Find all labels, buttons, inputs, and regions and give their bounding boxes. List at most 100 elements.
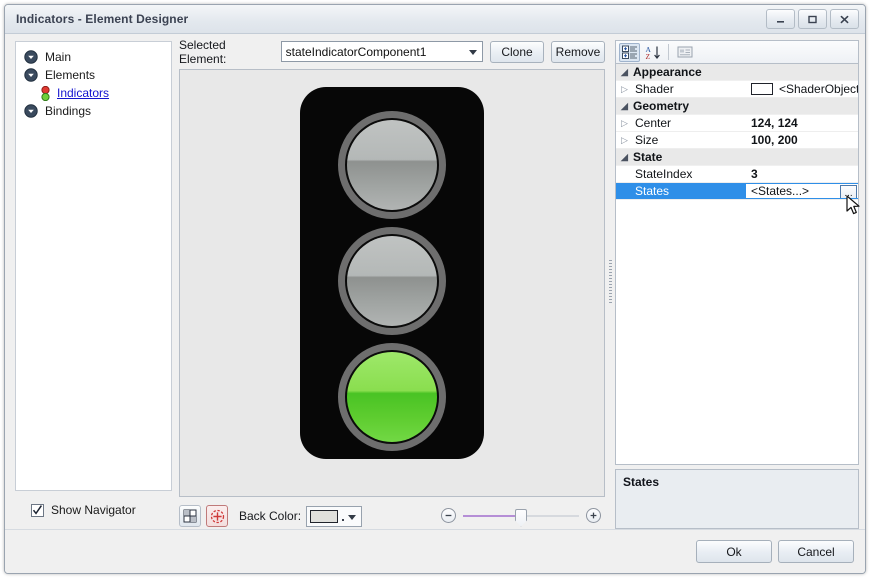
toolbar-divider xyxy=(668,44,669,60)
property-value-cell[interactable]: <States...> ... xyxy=(746,184,858,198)
center-point-button[interactable] xyxy=(206,505,228,527)
sidebar-item-label[interactable]: Indicators xyxy=(57,86,109,100)
property-pages-button[interactable] xyxy=(674,43,695,62)
category-label: State xyxy=(633,150,662,164)
cancel-button[interactable]: Cancel xyxy=(778,540,854,563)
selected-element-value: stateIndicatorComponent1 xyxy=(286,45,427,59)
bottom-lamp[interactable] xyxy=(338,343,446,451)
states-editor-button[interactable]: ... xyxy=(840,185,857,198)
property-value: <ShaderObject Type xyxy=(779,82,858,96)
expander-icon[interactable]: ◢ xyxy=(616,67,633,78)
property-value: 124, 124 xyxy=(751,116,798,130)
show-navigator-label: Show Navigator xyxy=(51,503,136,517)
sidebar-item-bindings[interactable]: Bindings xyxy=(16,102,171,120)
navigation-tree[interactable]: Main Elements xyxy=(15,41,172,491)
back-color-combobox[interactable] xyxy=(306,506,362,527)
expander-icon[interactable]: ▷ xyxy=(616,118,633,129)
zoom-slider-thumb[interactable] xyxy=(515,509,527,527)
zoom-out-button[interactable] xyxy=(441,508,456,523)
property-category-state[interactable]: ◢ State xyxy=(616,149,858,166)
property-name: Center xyxy=(633,116,746,130)
property-value-cell[interactable]: <ShaderObject Type xyxy=(746,82,858,96)
property-category-appearance[interactable]: ◢ Appearance xyxy=(616,64,858,81)
expander-icon[interactable]: ◢ xyxy=(616,101,633,112)
title-bar: Indicators - Element Designer xyxy=(5,5,865,34)
sidebar-item-label: Elements xyxy=(45,68,95,82)
bottom-lamp-inner xyxy=(347,352,437,442)
property-row-stateindex[interactable]: StateIndex 3 xyxy=(616,166,858,183)
center-pane: Selected Element: stateIndicatorComponen… xyxy=(175,34,605,529)
property-value: 100, 200 xyxy=(751,133,798,147)
minus-icon xyxy=(444,511,453,520)
property-row-states[interactable]: States <States...> ... xyxy=(616,183,858,200)
traffic-light-element[interactable] xyxy=(300,87,484,459)
alphabetical-sort-button[interactable]: A Z xyxy=(642,43,663,62)
canvas-toolbar: Back Color: xyxy=(179,497,605,529)
element-designer-window: Indicators - Element Designer xyxy=(4,4,866,574)
sidebar-item-label: Bindings xyxy=(45,104,91,118)
zoom-in-button[interactable] xyxy=(586,508,601,523)
clone-button[interactable]: Clone xyxy=(490,41,544,63)
property-row-shader[interactable]: ▷ Shader <ShaderObject Type xyxy=(616,81,858,98)
property-grid[interactable]: ◢ Appearance ▷ Shader <ShaderObject Type… xyxy=(615,63,859,465)
property-value-cell[interactable]: 100, 200 xyxy=(746,133,858,147)
show-navigator-row[interactable]: Show Navigator xyxy=(9,491,175,529)
back-color-swatch xyxy=(310,510,338,523)
shader-color-swatch xyxy=(751,83,773,95)
minimize-button[interactable] xyxy=(766,9,795,29)
property-row-center[interactable]: ▷ Center 124, 124 xyxy=(616,115,858,132)
top-lamp[interactable] xyxy=(338,111,446,219)
node-collapse-icon xyxy=(24,104,38,118)
property-value-cell[interactable]: 124, 124 xyxy=(746,116,858,130)
selected-element-label: Selected Element: xyxy=(179,38,275,66)
sidebar-item-elements[interactable]: Elements xyxy=(16,66,171,84)
selected-element-combobox[interactable]: stateIndicatorComponent1 xyxy=(281,41,483,62)
category-label: Geometry xyxy=(633,99,689,113)
splitter-grip-icon xyxy=(609,260,612,304)
expander-icon[interactable]: ◢ xyxy=(616,152,633,163)
separator-dot-icon xyxy=(342,519,344,521)
property-name: Size xyxy=(633,133,746,147)
sidebar-item-main[interactable]: Main xyxy=(16,48,171,66)
ok-button[interactable]: Ok xyxy=(696,540,772,563)
property-name: States xyxy=(633,184,746,198)
expander-icon[interactable]: ▷ xyxy=(616,84,633,95)
minimize-icon xyxy=(775,15,786,24)
top-lamp-inner xyxy=(347,120,437,210)
right-pane: A Z ◢ Appearance xyxy=(615,34,865,529)
sidebar-item-label: Main xyxy=(45,50,71,64)
design-canvas[interactable] xyxy=(179,69,605,497)
property-row-size[interactable]: ▷ Size 100, 200 xyxy=(616,132,858,149)
selected-element-row: Selected Element: stateIndicatorComponen… xyxy=(179,40,605,63)
property-category-geometry[interactable]: ◢ Geometry xyxy=(616,98,858,115)
plus-icon xyxy=(589,511,598,520)
dialog-footer: Ok Cancel xyxy=(5,529,865,573)
sidebar-item-indicators[interactable]: Indicators xyxy=(16,84,171,102)
center-point-icon xyxy=(210,509,225,524)
back-color-label: Back Color: xyxy=(239,509,301,523)
alphabetical-sort-icon: A Z xyxy=(645,45,661,60)
maximize-button[interactable] xyxy=(798,9,827,29)
category-label: Appearance xyxy=(633,65,702,79)
property-grid-toolbar: A Z xyxy=(615,40,859,63)
chevron-down-icon xyxy=(348,515,356,520)
left-pane: Main Elements xyxy=(5,34,175,529)
middle-lamp[interactable] xyxy=(338,227,446,335)
grid-button[interactable] xyxy=(179,505,201,527)
zoom-slider[interactable] xyxy=(441,508,601,523)
property-description-title: States xyxy=(623,475,851,489)
node-collapse-icon xyxy=(24,68,38,82)
expander-icon[interactable]: ▷ xyxy=(616,135,633,146)
categorized-view-button[interactable] xyxy=(619,43,640,62)
show-navigator-checkbox[interactable] xyxy=(31,504,44,517)
remove-button[interactable]: Remove xyxy=(551,41,605,63)
property-pages-icon xyxy=(677,45,693,59)
close-button[interactable] xyxy=(830,9,859,29)
chevron-down-icon xyxy=(469,50,477,55)
property-name: Shader xyxy=(633,82,746,96)
property-value-cell[interactable]: 3 xyxy=(746,167,858,181)
property-value: <States...> xyxy=(751,184,809,198)
pane-splitter[interactable] xyxy=(605,34,615,529)
zoom-slider-track[interactable] xyxy=(463,509,579,523)
window-title: Indicators - Element Designer xyxy=(16,12,188,26)
